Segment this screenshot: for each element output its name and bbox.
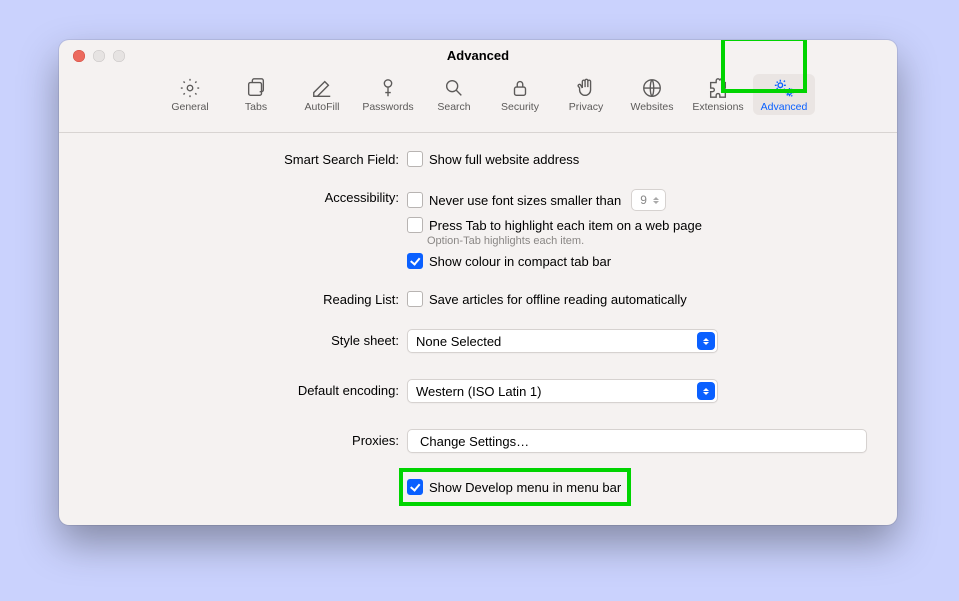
chevron-updown-icon	[697, 332, 715, 350]
tab-label: Privacy	[569, 101, 603, 113]
gear-icon	[179, 77, 201, 99]
checkbox-label: Show colour in compact tab bar	[429, 254, 611, 269]
gears-icon	[772, 77, 796, 99]
tab-security[interactable]: Security	[489, 74, 551, 115]
hint-option-tab: Option-Tab highlights each item.	[427, 235, 867, 247]
titlebar: Advanced	[59, 40, 897, 68]
tab-advanced[interactable]: Advanced	[753, 74, 815, 115]
tab-label: Websites	[631, 101, 674, 113]
row-style-sheet: Style sheet: None Selected	[89, 329, 867, 353]
tab-privacy[interactable]: Privacy	[555, 74, 617, 115]
tab-label: Extensions	[692, 101, 743, 113]
row-smart-search: Smart Search Field: Show full website ad…	[89, 151, 867, 167]
advanced-pane: Smart Search Field: Show full website ad…	[59, 133, 897, 525]
style-sheet-select[interactable]: None Selected	[407, 329, 718, 353]
label-reading-list: Reading List:	[89, 291, 407, 307]
select-value: Western (ISO Latin 1)	[416, 384, 541, 399]
checkbox-label: Show Develop menu in menu bar	[429, 480, 621, 495]
label-accessibility: Accessibility:	[89, 189, 407, 205]
checkbox-min-font-size[interactable]	[407, 192, 423, 208]
tab-label: Tabs	[245, 101, 267, 113]
checkbox-label: Never use font sizes smaller than	[429, 193, 621, 208]
stepper-value: 9	[640, 193, 647, 207]
tab-label: AutoFill	[304, 101, 339, 113]
checkbox-compact-color[interactable]	[407, 253, 423, 269]
tab-label: Passwords	[362, 101, 413, 113]
hand-icon	[575, 77, 597, 99]
label-style-sheet: Style sheet:	[89, 329, 407, 348]
pencil-icon	[311, 77, 333, 99]
checkbox-label: Show full website address	[429, 152, 579, 167]
default-encoding-select[interactable]: Western (ISO Latin 1)	[407, 379, 718, 403]
row-reading-list: Reading List: Save articles for offline …	[89, 291, 867, 307]
chevron-updown-icon	[651, 197, 661, 204]
checkbox-label: Press Tab to highlight each item on a we…	[429, 218, 702, 233]
row-develop-menu: Show Develop menu in menu bar	[89, 479, 867, 495]
preferences-window: Advanced General Tabs AutoFill Passwords	[59, 40, 897, 525]
lock-icon	[509, 77, 531, 99]
change-proxy-settings-button[interactable]: Change Settings…	[407, 429, 867, 453]
checkbox-label: Save articles for offline reading automa…	[429, 292, 687, 307]
search-icon	[443, 77, 465, 99]
globe-icon	[641, 77, 663, 99]
tab-label: General	[171, 101, 208, 113]
checkbox-press-tab[interactable]	[407, 217, 423, 233]
tab-extensions[interactable]: Extensions	[687, 74, 749, 115]
key-icon	[377, 77, 399, 99]
button-label: Change Settings…	[420, 434, 529, 449]
tabs-icon	[245, 77, 267, 99]
select-value: None Selected	[416, 334, 501, 349]
tab-autofill[interactable]: AutoFill	[291, 74, 353, 115]
row-accessibility: Accessibility: Never use font sizes smal…	[89, 189, 867, 269]
tab-label: Security	[501, 101, 539, 113]
min-font-size-stepper[interactable]: 9	[631, 189, 666, 211]
tab-tabs[interactable]: Tabs	[225, 74, 287, 115]
preferences-toolbar: General Tabs AutoFill Passwords Search	[59, 68, 897, 133]
tab-label: Advanced	[761, 101, 808, 113]
checkbox-offline-reading[interactable]	[407, 291, 423, 307]
checkbox-show-full-address[interactable]	[407, 151, 423, 167]
tab-general[interactable]: General	[159, 74, 221, 115]
tab-websites[interactable]: Websites	[621, 74, 683, 115]
label-proxies: Proxies:	[89, 429, 407, 448]
puzzle-icon	[707, 77, 729, 99]
tab-search[interactable]: Search	[423, 74, 485, 115]
window-title: Advanced	[59, 48, 897, 63]
tab-label: Search	[437, 101, 470, 113]
chevron-updown-icon	[697, 382, 715, 400]
row-proxies: Proxies: Change Settings…	[89, 429, 867, 453]
label-smart-search: Smart Search Field:	[89, 151, 407, 167]
label-default-encoding: Default encoding:	[89, 379, 407, 398]
tab-passwords[interactable]: Passwords	[357, 74, 419, 115]
row-default-encoding: Default encoding: Western (ISO Latin 1)	[89, 379, 867, 403]
checkbox-develop-menu[interactable]	[407, 479, 423, 495]
